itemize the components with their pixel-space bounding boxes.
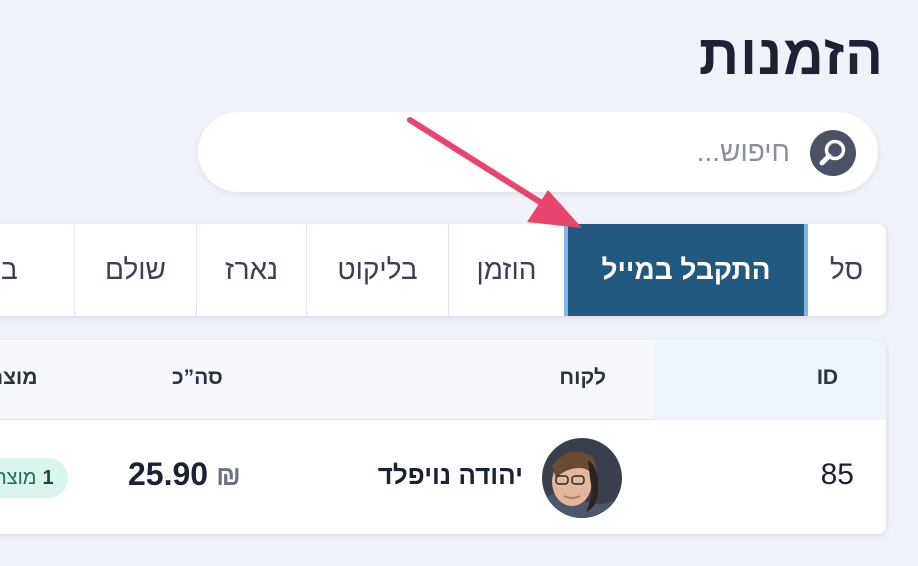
avatar [542, 438, 622, 518]
order-id: 85 [820, 458, 854, 491]
search-icon[interactable] [810, 130, 856, 176]
products-count: 1 [42, 466, 54, 489]
tab-paid[interactable]: שולם [74, 224, 196, 316]
order-total-value: 25.90 [128, 456, 209, 492]
table-header: ID לקוח סה”כ מוצרים [0, 340, 886, 420]
page-title: הזמנות [698, 23, 884, 86]
status-tabs: סל התקבל במייל הוזמן בליקוט נארז שולם במ… [0, 224, 886, 316]
search-input[interactable] [250, 132, 790, 172]
id-header-bg [654, 340, 886, 420]
search-box[interactable] [198, 112, 878, 192]
tab-packed[interactable]: נארז [196, 224, 306, 316]
header-id[interactable]: ID [817, 366, 838, 390]
header-total[interactable]: סה”כ [172, 366, 223, 390]
tab-ordered[interactable]: הוזמן [448, 224, 564, 316]
tab-received-by-email[interactable]: התקבל במייל [564, 224, 808, 316]
currency-symbol: ₪ [216, 460, 241, 491]
orders-page: הזמנות סל התקבל במייל הוזמן בליקוט נארז … [0, 0, 918, 566]
header-products[interactable]: מוצרים [0, 366, 38, 390]
table-row[interactable]: 85 יהודה נויפלד 25.90 ₪ 1 מוצר [0, 420, 886, 534]
products-label: מוצר [0, 466, 37, 489]
orders-table: ID לקוח סה”כ מוצרים 85 יהודה נויפלד [0, 340, 886, 534]
products-badge[interactable]: 1 מוצר [0, 458, 68, 498]
header-customer[interactable]: לקוח [559, 366, 606, 390]
tab-picking[interactable]: בליקוט [306, 224, 448, 316]
order-total: 25.90 ₪ [128, 456, 241, 493]
tab-shipping[interactable]: במשלוח [0, 224, 74, 316]
tab-cart[interactable]: סל [806, 224, 886, 316]
customer-name[interactable]: יהודה נויפלד [378, 460, 523, 491]
